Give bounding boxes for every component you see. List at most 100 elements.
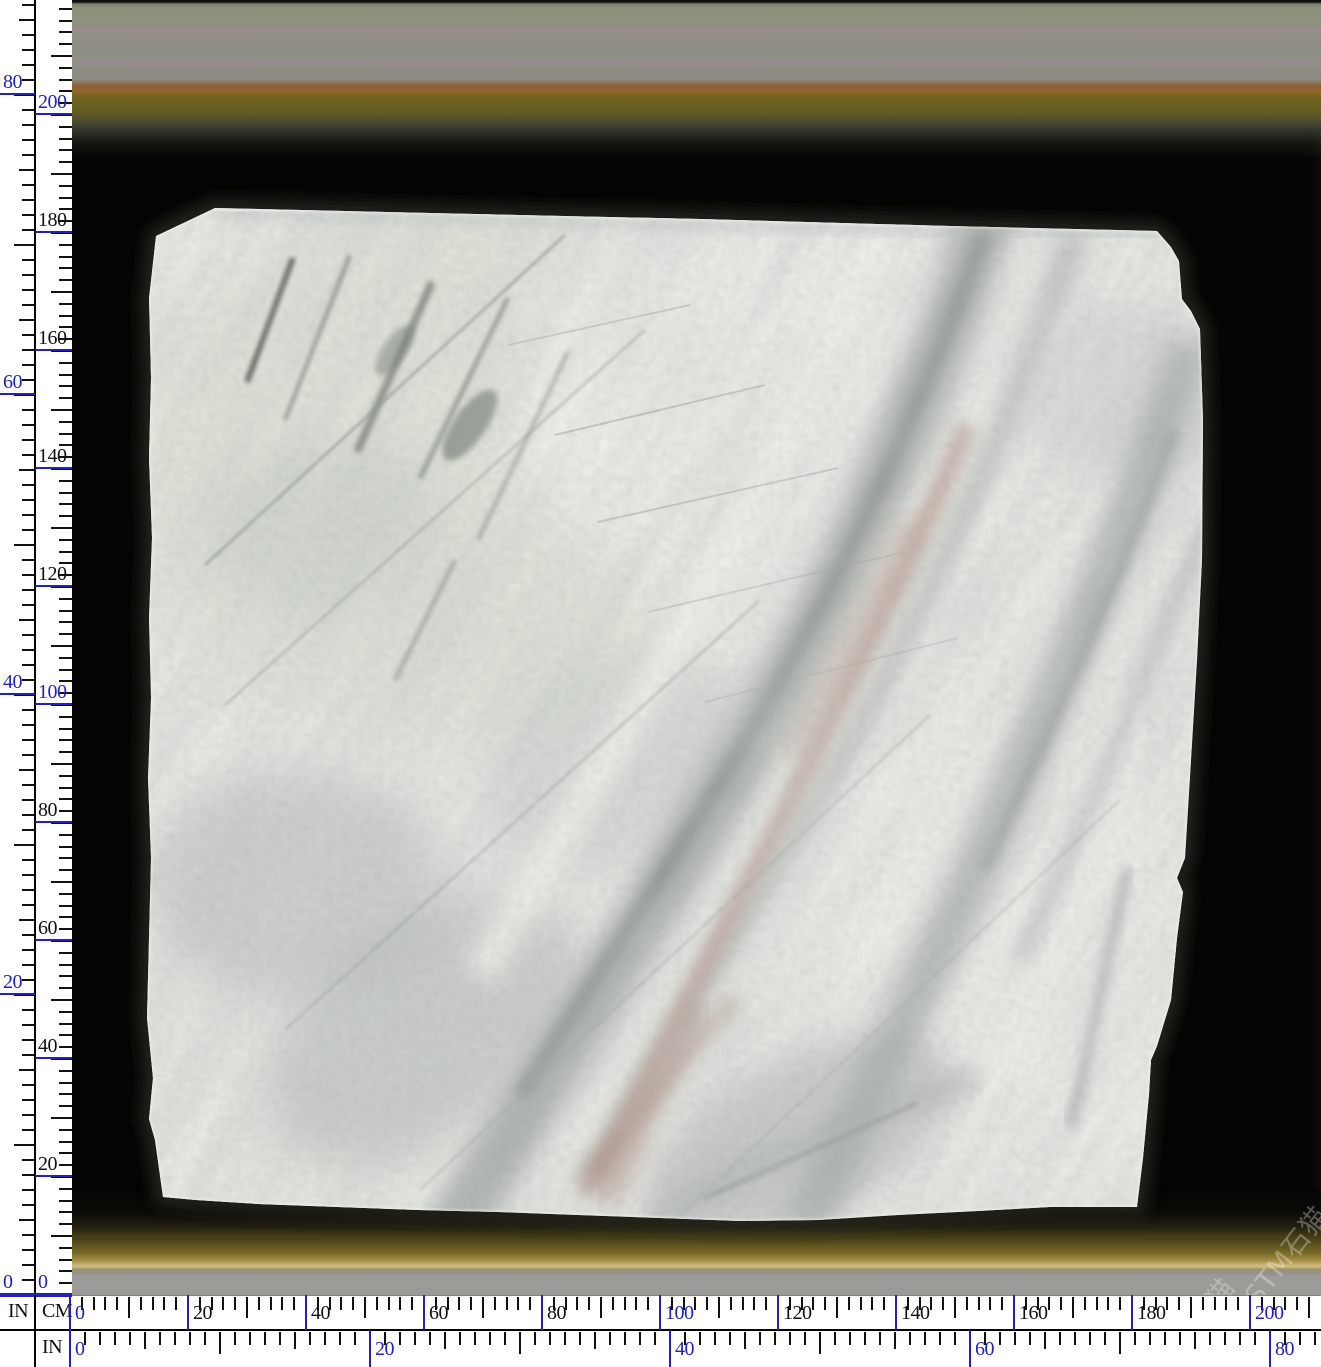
tick	[59, 244, 72, 246]
tick	[59, 421, 72, 423]
major-line	[1131, 1295, 1133, 1330]
tick	[1001, 1297, 1003, 1310]
tick	[140, 1297, 142, 1310]
tick	[824, 1297, 826, 1310]
ruler-label-in-20: 20	[3, 972, 22, 992]
tick	[59, 551, 72, 553]
tick	[1284, 1297, 1286, 1310]
tick	[635, 1297, 637, 1310]
tick	[59, 256, 72, 258]
tick	[966, 1297, 968, 1310]
tick	[59, 197, 72, 199]
major-line	[35, 231, 72, 233]
tick	[1107, 1297, 1109, 1310]
tick	[116, 1297, 118, 1310]
ruler-label-cm-40: 40	[311, 1303, 330, 1323]
tick	[1029, 1332, 1031, 1345]
corner-unit-in-vertical: IN	[8, 1301, 28, 1321]
tick	[1166, 1297, 1168, 1310]
tick	[59, 598, 72, 600]
ruler-label-in-0: 0	[75, 1339, 85, 1359]
tick	[59, 1082, 72, 1084]
tick	[744, 1332, 746, 1349]
tick	[1119, 1297, 1121, 1310]
tick	[59, 433, 72, 435]
tick	[51, 55, 72, 57]
tick	[59, 67, 72, 69]
tick	[234, 1332, 236, 1345]
tick	[59, 1223, 72, 1225]
tick	[564, 1332, 566, 1345]
ruler-label-cm-60: 60	[429, 1303, 448, 1323]
tick	[1014, 1332, 1016, 1345]
tick	[59, 1046, 72, 1048]
tick	[59, 751, 72, 753]
major-line	[1269, 1330, 1271, 1367]
tick	[504, 1332, 506, 1345]
ruler-label-cm-140: 140	[901, 1303, 930, 1323]
ruler-label-cm-200: 200	[38, 92, 67, 112]
tick	[1314, 1332, 1316, 1345]
tick	[729, 1332, 731, 1345]
tick	[836, 1297, 838, 1318]
tick	[699, 1332, 701, 1345]
tick	[594, 1332, 596, 1349]
tick	[51, 291, 72, 293]
tick	[1060, 1297, 1062, 1310]
tick	[411, 1297, 413, 1310]
tick	[352, 1297, 354, 1310]
tick	[804, 1332, 806, 1345]
tick	[1224, 1332, 1226, 1345]
ruler-label-in-80: 80	[1275, 1339, 1294, 1359]
tick	[529, 1297, 531, 1310]
major-line	[0, 993, 35, 995]
major-line	[1013, 1295, 1015, 1330]
tick	[264, 1332, 266, 1345]
tick	[104, 1297, 106, 1310]
tick	[51, 173, 72, 175]
tick	[609, 1332, 611, 1345]
major-line	[777, 1295, 779, 1330]
tick	[175, 1297, 177, 1310]
tick	[429, 1332, 431, 1345]
tick	[576, 1297, 578, 1310]
tick	[1296, 1297, 1298, 1310]
major-line	[35, 703, 72, 705]
tick	[129, 1332, 131, 1345]
ruler-label-cm-20: 20	[38, 1154, 57, 1174]
tick	[354, 1332, 356, 1345]
tick	[654, 1332, 656, 1345]
tick	[494, 1297, 496, 1310]
tick	[59, 905, 72, 907]
tick	[59, 1247, 72, 1249]
tick	[647, 1297, 649, 1310]
ruler-label-cm-80: 80	[547, 1303, 566, 1323]
major-line	[541, 1295, 543, 1330]
ruler-label-in-80: 80	[3, 72, 22, 92]
tick	[482, 1297, 484, 1318]
tick	[600, 1297, 602, 1318]
tick	[59, 834, 72, 836]
tick	[59, 503, 72, 505]
tick	[930, 1297, 932, 1310]
tick	[59, 1105, 72, 1107]
tick	[1164, 1332, 1166, 1345]
ruler-label-cm-140: 140	[38, 446, 67, 466]
tick	[51, 999, 72, 1001]
major-line	[35, 467, 72, 469]
tick	[1134, 1332, 1136, 1345]
tick	[789, 1332, 791, 1345]
tick	[59, 1270, 72, 1272]
tick	[1190, 1297, 1192, 1318]
tick	[51, 645, 72, 647]
tick	[399, 1332, 401, 1345]
tick	[59, 1259, 72, 1261]
major-line	[0, 93, 35, 95]
tick	[624, 1297, 626, 1310]
tick	[954, 1332, 956, 1345]
tick	[999, 1332, 1001, 1345]
tick	[1104, 1332, 1106, 1345]
tick	[519, 1332, 521, 1354]
tick	[59, 385, 72, 387]
tick	[59, 952, 72, 954]
